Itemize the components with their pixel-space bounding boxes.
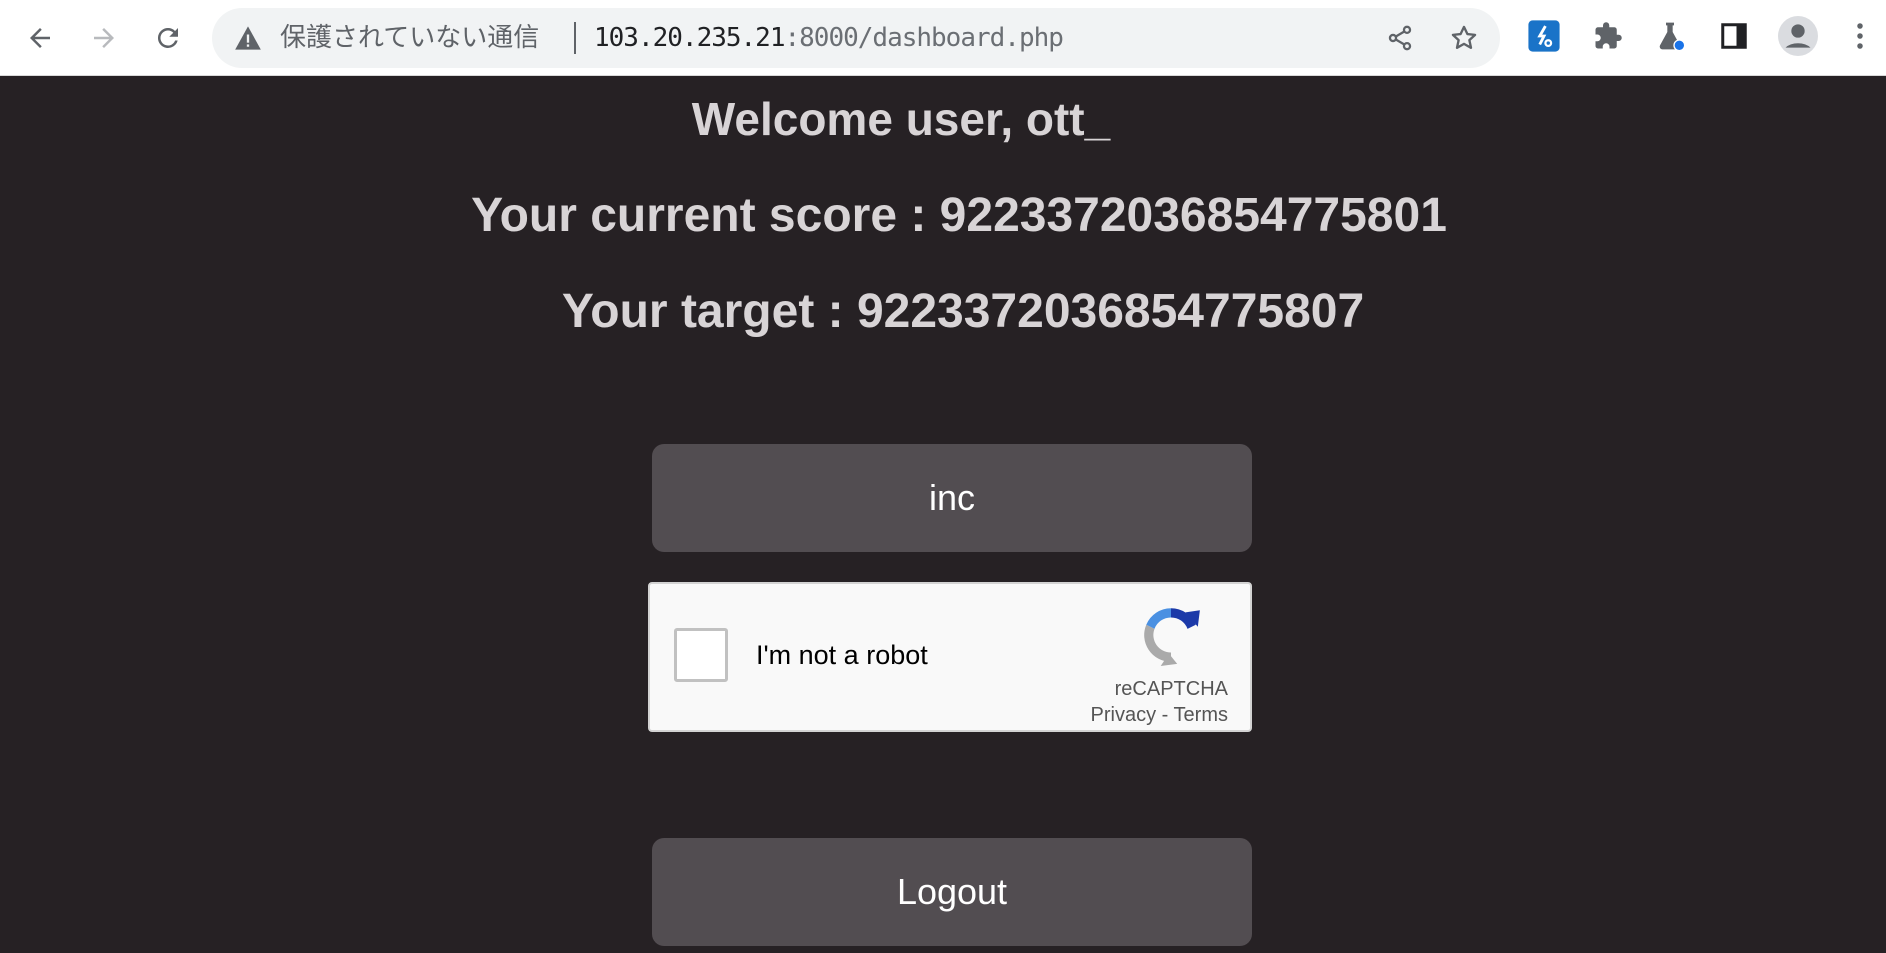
side-panel-icon[interactable] [1712, 14, 1756, 58]
address-bar[interactable]: 保護されていない通信 103.20.235.21:8000/dashboard.… [212, 8, 1500, 68]
warning-icon[interactable] [234, 25, 262, 51]
browser-toolbar: 保護されていない通信 103.20.235.21:8000/dashboard.… [0, 0, 1886, 76]
recaptcha-logo-icon [1144, 608, 1200, 666]
url-text[interactable]: 103.20.235.21:8000/dashboard.php [594, 8, 1064, 68]
url-path: :8000/dashboard.php [784, 23, 1064, 53]
forward-button[interactable] [82, 16, 126, 60]
back-arrow-icon [30, 28, 50, 48]
reload-button[interactable] [146, 16, 190, 60]
privacy-link[interactable]: Privacy [1091, 704, 1157, 726]
current-score-heading: Your current score : 9223372036854775801 [471, 189, 1447, 242]
target-score-heading: Your target : 9223372036854775807 [561, 285, 1365, 338]
security-label[interactable]: 保護されていない通信 [280, 8, 539, 68]
puzzle-extensions-icon[interactable] [1586, 14, 1630, 58]
recaptcha-label: I'm not a robot [756, 640, 928, 670]
recaptcha-widget: I'm not a robot reCAPTCHA Privacy - Term… [648, 582, 1252, 732]
menu-kebab-icon[interactable] [1840, 14, 1880, 58]
bookmark-star-icon[interactable] [1448, 22, 1480, 54]
profile-avatar-icon[interactable] [1776, 14, 1820, 58]
recaptcha-brand: reCAPTCHA [1114, 678, 1228, 700]
recaptcha-checkbox[interactable] [674, 628, 728, 682]
recaptcha-links: Privacy - Terms [1091, 704, 1228, 727]
back-button[interactable] [18, 16, 62, 60]
extension-tool-icon[interactable] [1522, 14, 1566, 58]
links-separator: - [1156, 704, 1174, 726]
separator [574, 22, 576, 54]
labs-flask-icon[interactable] [1648, 14, 1692, 58]
forward-arrow-icon [94, 28, 114, 48]
welcome-heading: Welcome user, ott_ [691, 93, 1111, 145]
terms-link[interactable]: Terms [1174, 704, 1228, 726]
reload-icon [157, 27, 178, 48]
inc-button[interactable]: inc [652, 444, 1252, 552]
url-host: 103.20.235.21 [594, 23, 785, 53]
share-icon[interactable] [1384, 22, 1416, 54]
logout-button[interactable]: Logout [652, 838, 1252, 946]
